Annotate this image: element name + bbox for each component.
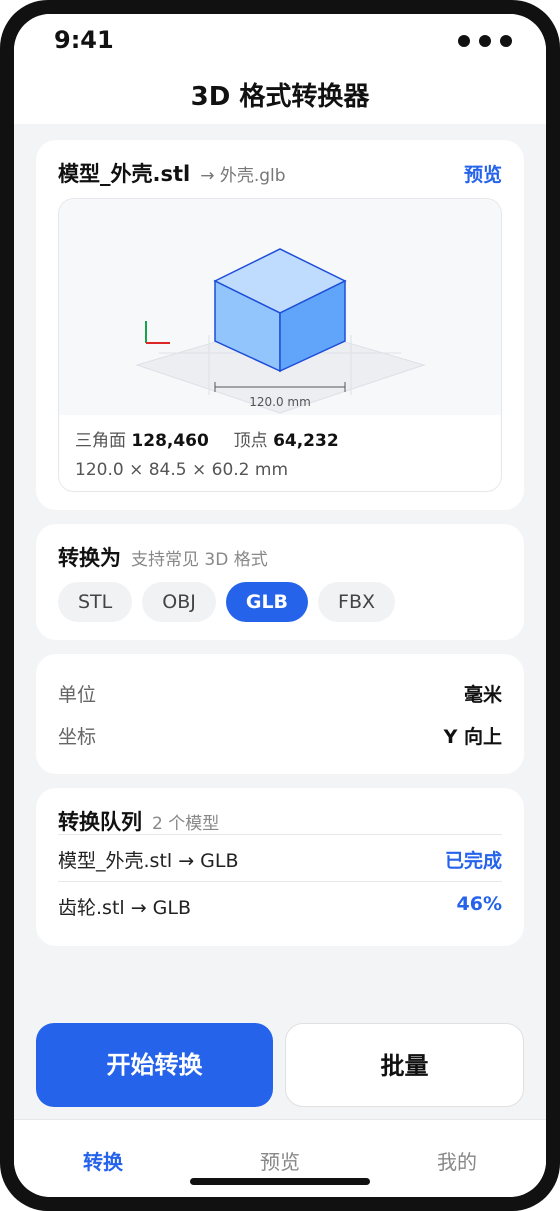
settings-card: 单位 毫米 坐标 Y 向上 — [36, 654, 524, 774]
viewer-stage[interactable]: 120.0 mm — [59, 199, 501, 415]
model-size: 120.0 × 84.5 × 60.2 mm — [75, 460, 288, 480]
queue-item[interactable]: 模型_外壳.stl → GLB 已完成 — [58, 834, 502, 873]
queue-item-progress: 46% — [456, 893, 502, 915]
vertices-label: 顶点 — [233, 431, 268, 451]
start-convert-button[interactable]: 开始转换 — [36, 1023, 273, 1107]
convert-card: 转换为 支持常见 3D 格式 STL OBJ GLB FBX — [36, 524, 524, 640]
model-card: 模型_外壳.stl → 外壳.glb 预览 120.0 mm 三角面 128,4… — [36, 140, 524, 510]
battery-dot-icon — [500, 35, 512, 47]
queue-count: 2 个模型 — [152, 814, 220, 834]
status-icons — [458, 35, 512, 47]
tab-mine[interactable]: 我的 — [397, 1146, 517, 1175]
triangles-value: 128,460 — [131, 431, 209, 451]
coord-value[interactable]: Y 向上 — [444, 722, 502, 749]
queue-item-name: 齿轮.stl → GLB — [58, 897, 192, 919]
phone-frame: 9:41 3D 格式转换器 模型_外壳.stl → 外壳.glb 预览 120.… — [0, 0, 560, 1211]
tab-preview[interactable]: 预览 — [220, 1146, 340, 1175]
unit-value[interactable]: 毫米 — [464, 680, 502, 707]
triangles-label: 三角面 — [75, 431, 126, 451]
model-viewer[interactable]: 120.0 mm 三角面 128,460 顶点 64,232 120.0 × 8… — [58, 198, 502, 492]
signal-dot-icon — [458, 35, 470, 47]
model-render: 120.0 mm — [135, 248, 426, 414]
format-chips: STL OBJ GLB FBX — [58, 582, 396, 622]
batch-button[interactable]: 批量 — [285, 1023, 524, 1107]
screen: 9:41 3D 格式转换器 模型_外壳.stl → 外壳.glb 预览 120.… — [14, 14, 546, 1197]
coord-row[interactable]: 坐标 Y 向上 — [58, 722, 502, 749]
format-chip-stl[interactable]: STL — [58, 582, 133, 622]
queue-title: 转换队列 — [58, 810, 142, 834]
home-indicator — [190, 1178, 370, 1185]
queue-card: 转换队列 2 个模型 模型_外壳.stl → GLB 已完成 齿轮.stl → … — [36, 788, 524, 946]
queue-item-name: 模型_外壳.stl → GLB — [58, 850, 239, 872]
format-chip-fbx[interactable]: FBX — [318, 582, 396, 622]
page-title: 3D 格式转换器 — [190, 82, 370, 112]
stats-counts: 三角面 128,460 顶点 64,232 — [75, 427, 339, 456]
unit-label: 单位 — [58, 684, 97, 706]
convert-title: 转换为 — [58, 546, 121, 570]
model-stats: 三角面 128,460 顶点 64,232 120.0 × 84.5 × 60.… — [75, 427, 339, 485]
convert-subtitle: 支持常见 3D 格式 — [131, 550, 268, 570]
queue-item-status: 已完成 — [444, 850, 502, 872]
model-filename: 模型_外壳.stl — [58, 162, 191, 186]
dimension-label: 120.0 mm — [249, 395, 311, 409]
tab-bar: 转换 预览 我的 — [14, 1119, 546, 1197]
preview-link[interactable]: 预览 — [464, 160, 502, 187]
status-time: 9:41 — [54, 26, 114, 54]
queue-item[interactable]: 齿轮.stl → GLB 46% — [58, 881, 502, 920]
wifi-dot-icon — [479, 35, 491, 47]
vertices-value: 64,232 — [273, 431, 339, 451]
tab-convert[interactable]: 转换 — [43, 1146, 163, 1175]
unit-row[interactable]: 单位 毫米 — [58, 680, 502, 707]
format-chip-obj[interactable]: OBJ — [142, 582, 216, 622]
model-target-name: → 外壳.glb — [200, 166, 286, 186]
coord-label: 坐标 — [58, 726, 97, 748]
format-chip-glb[interactable]: GLB — [225, 582, 309, 622]
